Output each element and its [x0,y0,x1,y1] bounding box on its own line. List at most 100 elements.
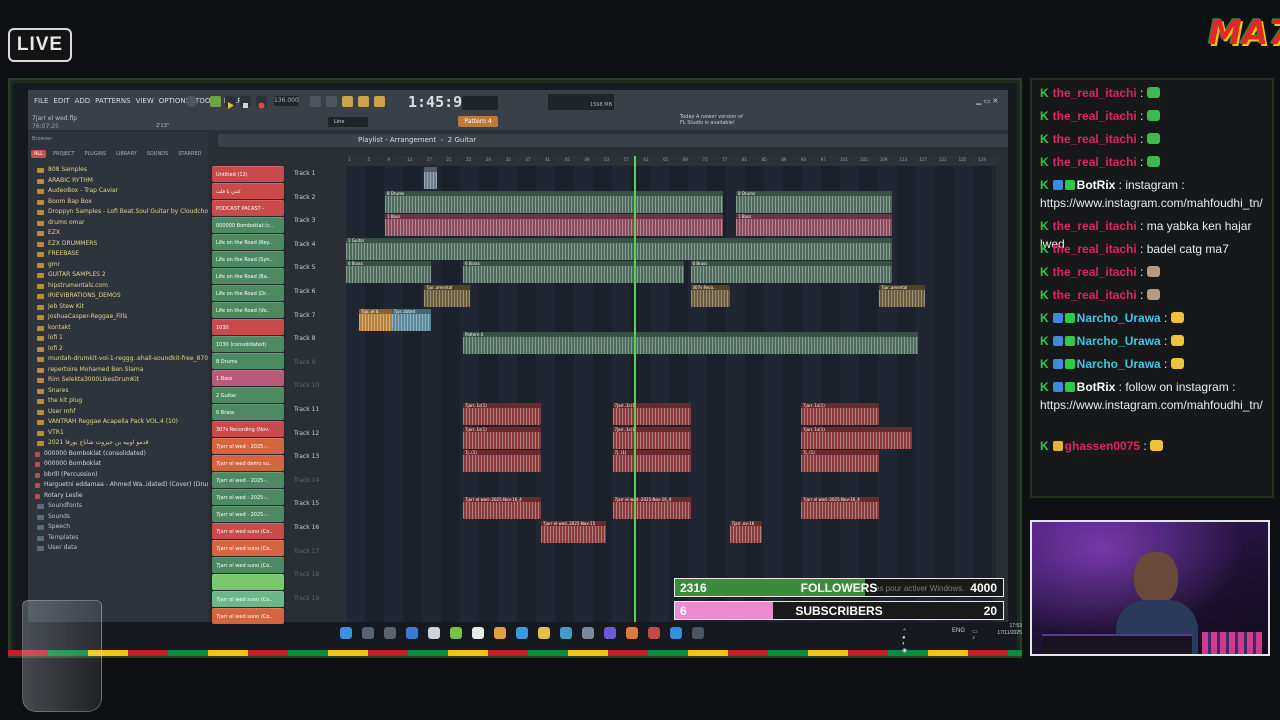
chat-username[interactable]: Narcho_Urawa [1077,357,1161,371]
menu-item-patterns[interactable]: PATTERNS [95,97,130,105]
app-icon-dark[interactable] [692,627,704,639]
channel-button[interactable]: 7jarr el wed - 2025-.. [212,506,284,522]
browser-item[interactable]: Droppyn Samples - Lofi Beat.Soul Guitar … [34,208,208,219]
track-header[interactable]: Track 13 [294,453,319,460]
browser-item[interactable]: Snares [34,387,208,398]
playlist-clip[interactable]: 6 Brass [690,261,892,284]
playlist-clip[interactable]: 6 Brass [346,261,431,284]
channel-button[interactable]: 000000 Bomboklat (c.. [212,217,284,233]
record-toggle[interactable] [256,96,267,109]
playlist-clip[interactable]: 7jarr el wed..2025-Nov-15 [541,521,606,543]
app-icon-red[interactable] [648,627,660,639]
playlist-clip[interactable]: 7jar..el d. [359,308,392,331]
channel-button[interactable]: 7jarr el wed - 2025-.. [212,489,284,505]
app-icon-green[interactable] [450,627,462,639]
file-explorer-icon[interactable] [538,627,550,639]
chat-username[interactable]: Narcho_Urawa [1077,334,1161,348]
browser-tab-starred[interactable]: STARRED [175,150,204,158]
edge-icon[interactable] [670,627,682,639]
chat-username[interactable]: the_real_itachi [1053,265,1137,279]
start-icon[interactable] [340,627,352,639]
track-header[interactable]: Track 1 [294,170,315,177]
browser-item[interactable]: VTR1 [34,429,208,440]
playlist-clip[interactable]: 7jarr..ov-16 [729,521,762,543]
play-button[interactable] [225,96,236,109]
browser-item[interactable]: GUITAR SAMPLES 2 [34,271,208,282]
app-icon-white[interactable] [472,627,484,639]
playlist-clip[interactable]: 7jarr..1s(1) [463,426,541,449]
timeline-ruler[interactable]: 1 5 9 13 17 21 25 29 33 37 41 45 49 53 57 61 65 69 73 77 81 8… [348,156,998,165]
browser-item[interactable]: Jeb Stew Kit [34,303,208,314]
track-header[interactable]: Track 18 [294,571,319,578]
browser-item[interactable]: FREEBASE [34,250,208,261]
playlist-clip[interactable]: 7jarr el wed.-2025-Nov-16_4 [463,497,541,520]
update-notice[interactable]: Today A newer version of FL Studio is ava… [680,114,743,126]
menu-item-file[interactable]: FILE [34,97,48,105]
app-icon-teal[interactable] [560,627,572,639]
track-header[interactable]: Track 16 [294,524,319,531]
tray-time[interactable]: 17:53 [992,623,1022,629]
track-header[interactable]: Track 12 [294,430,319,437]
channel-button[interactable]: Life on the Road (Dr.. [212,285,284,301]
tray-icons[interactable]: ⌃ ● ◐ ◉ [902,628,907,654]
browser-item[interactable]: Rotary Leslie [34,492,208,503]
stop-button[interactable] [240,96,251,108]
channel-button[interactable]: 7jarr el wed - 2025-.. [212,472,284,488]
browser-tab-library[interactable]: LIBRARY [113,150,140,158]
browser-item[interactable]: murdah-drumkit-vol-1-reggg..ehall-soundk… [34,355,208,366]
playlist-clip[interactable]: 7jarr..1s(1) [612,403,691,425]
chat-username[interactable]: ghassen0075 [1065,439,1140,453]
channel-button[interactable]: 7jarr el wed suno (Co.. [212,608,284,624]
playlist-clip[interactable]: 7jarr..1s(1) [801,403,879,425]
browser-tab-all[interactable]: ALL [31,150,46,158]
browser-item[interactable]: gmr [34,261,208,272]
browser-item[interactable]: AudeoBox - Trap Caviar [34,187,208,198]
playlist-clip[interactable]: 7j..(1) [801,450,879,473]
browser-item[interactable]: lofi 1 [34,334,208,345]
playlist-clip[interactable]: 7jarr..1s(1) [463,403,541,425]
channel-button[interactable]: Life on the Road (Ba.. [212,268,284,284]
playlist-clip[interactable]: 7jarr el wed.-2025-Nov-16_4 [801,497,879,520]
channel-button[interactable]: 7jarr el wed demo su.. [212,455,284,471]
chat-username[interactable]: the_real_itachi [1053,288,1137,302]
playlist-clip[interactable]: 1 Bass [736,214,892,237]
chat-username[interactable]: BotRix [1077,380,1116,394]
song-mode-button[interactable] [210,96,221,107]
playlist-clip[interactable]: 307s Reco.. [690,285,730,307]
track-header[interactable]: Track 10 [294,382,319,389]
record-button[interactable] [186,96,197,107]
fl-studio-icon[interactable] [626,627,638,639]
browser-item[interactable]: hipstrumentals.com [34,282,208,293]
playlist-clip[interactable]: 7jar..amental [424,285,470,307]
browser-item[interactable]: drums omar [34,219,208,230]
chat-username[interactable]: the_real_itachi [1053,219,1137,233]
channel-button[interactable]: كنتي يا قلب [212,183,284,199]
track-header[interactable]: Track 8 [294,335,315,342]
chat-username[interactable]: BotRix [1077,178,1116,192]
browser-item[interactable]: EZX [34,229,208,240]
channel-button[interactable]: 7jarr el wed suno (Co.. [212,591,284,607]
browser-item[interactable]: User mhf [34,408,208,419]
playlist-clip[interactable]: 8 Drums [736,190,892,213]
window-controls[interactable]: ▁ ▭ ✕ [976,97,998,105]
widgets-icon[interactable] [406,627,418,639]
browser-item[interactable]: Harguetni eddamaa - Ahmed Wa..idated) (C… [34,481,208,492]
menu-item-add[interactable]: ADD [75,97,91,105]
browser-item[interactable]: bbrlll (Percussion) [34,471,208,482]
chat-username[interactable]: the_real_itachi [1053,86,1137,100]
channel-button[interactable]: 6 Brass [212,404,284,420]
menu-item-view[interactable]: VIEW [136,97,154,105]
network-volume-icons[interactable]: ▭ ♪ [972,628,978,641]
browser-item[interactable]: Soundfonts [34,502,208,513]
track-header[interactable]: Track 3 [294,217,315,224]
browser-tab-sounds[interactable]: SOUNDS [144,150,172,158]
channel-button[interactable]: 1 Bass [212,370,284,386]
app-icon-blue[interactable] [516,627,528,639]
countdown-button[interactable] [342,96,353,107]
obs-icon[interactable] [428,627,440,639]
browser-item[interactable]: the kit plug [34,397,208,408]
chat-username[interactable]: the_real_itachi [1053,242,1137,256]
playlist-clip[interactable]: 7jarr..1s(1) [801,426,912,449]
channel-button[interactable] [212,574,284,590]
playlist-grid[interactable]: 8 Drums 8 Drums 1 Bass 1 Bass 2 Guitar 6 Bras… [346,166,996,622]
